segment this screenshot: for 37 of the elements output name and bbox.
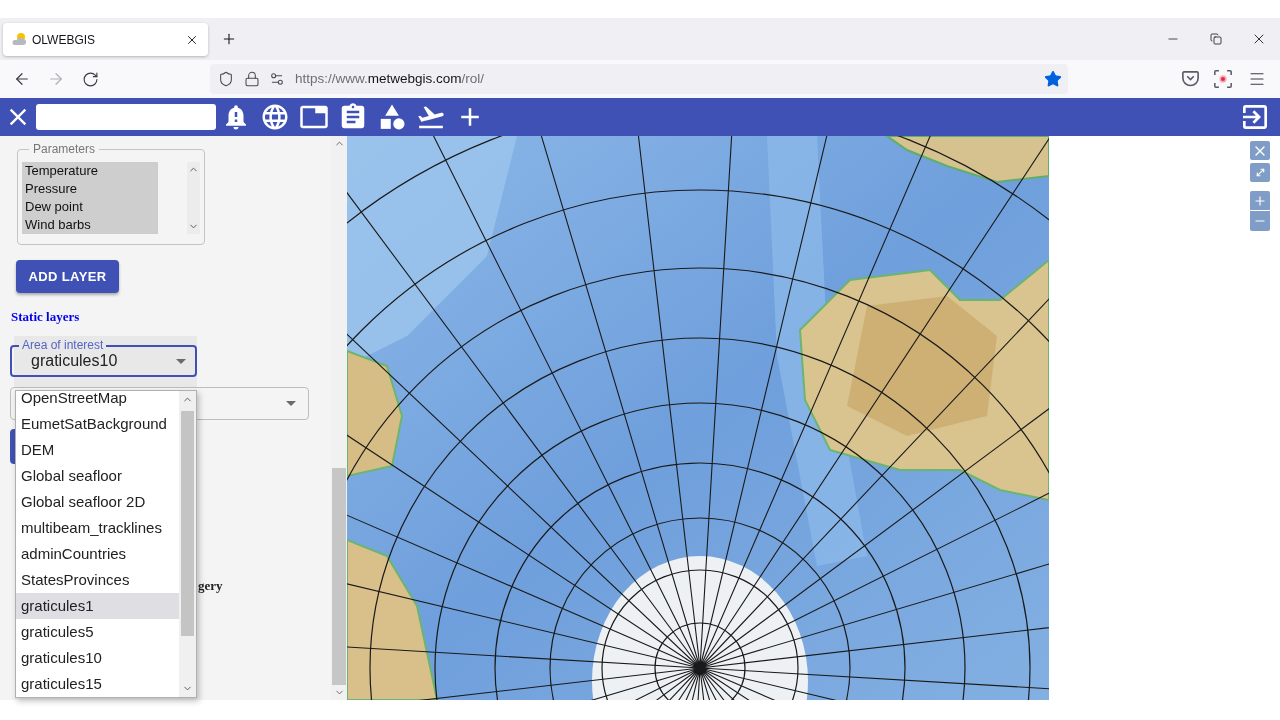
plus-icon — [221, 31, 237, 47]
map-close-button[interactable] — [1250, 141, 1270, 160]
url-text[interactable]: https://www.metwebgis.com/rol/ — [295, 68, 485, 90]
listbox-option[interactable]: Dew point — [22, 198, 158, 216]
shield-icon[interactable] — [218, 71, 234, 87]
forward-arrow-icon — [47, 70, 65, 88]
partial-text: gery — [198, 578, 223, 594]
listbox-option[interactable]: Temperature — [22, 162, 158, 180]
dropdown-option[interactable]: graticules15 — [16, 671, 179, 697]
listbox-option[interactable]: Wind barbs — [22, 216, 158, 234]
dropdown-option[interactable]: graticules1 — [16, 593, 179, 619]
plus-icon — [1253, 193, 1267, 208]
caret-icon — [176, 358, 186, 364]
dropdown-scrollbar[interactable] — [179, 391, 196, 697]
full-screen-button[interactable] — [1250, 163, 1270, 182]
lock-icon[interactable] — [244, 71, 260, 87]
search-field[interactable] — [36, 104, 216, 130]
scrollbar-thumb[interactable] — [332, 468, 346, 685]
menu-icon — [1248, 70, 1266, 88]
restore-icon — [1209, 33, 1222, 45]
listbox-option[interactable]: Pressure — [22, 180, 158, 198]
pocket-icon — [1181, 71, 1199, 87]
add-layer-button[interactable]: ADD LAYER — [16, 260, 119, 293]
section-heading: Static layers — [11, 309, 80, 325]
diagonal-arrows-icon — [1254, 167, 1266, 178]
group-label: Parameters — [32, 142, 97, 156]
caret-icon — [286, 401, 296, 406]
dropdown-option[interactable]: OpenStreetMap — [16, 391, 179, 411]
address-bar[interactable]: https://www.metwebgis.com/rol/ — [210, 64, 1068, 94]
browser-tab[interactable]: OLWEBGIS — [3, 23, 208, 56]
reload-icon — [81, 70, 99, 88]
bookmark-star-icon[interactable] — [1044, 70, 1062, 88]
weather-icon — [11, 33, 27, 46]
permissions-icon[interactable] — [269, 71, 285, 87]
listbox-scrollbar[interactable] — [187, 162, 200, 234]
screenshot-icon — [1214, 70, 1232, 88]
scrollbar-thumb[interactable] — [181, 411, 194, 636]
